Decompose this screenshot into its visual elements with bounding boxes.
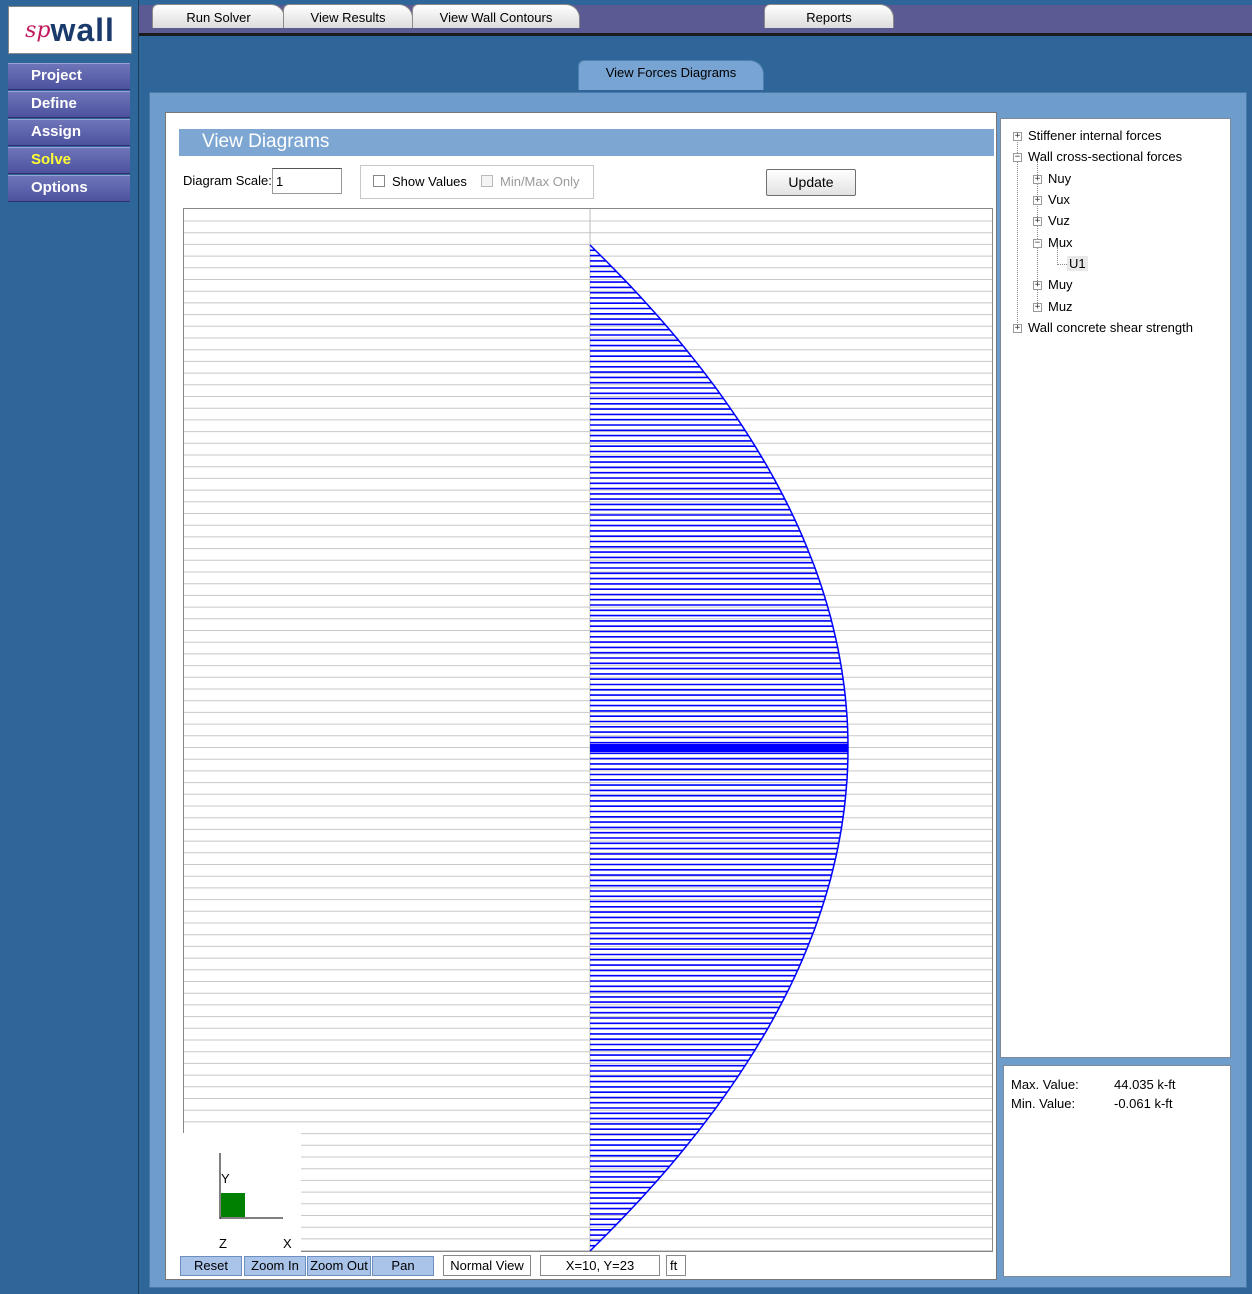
- tree-item-shear-strength[interactable]: + Wall concrete shear strength: [1013, 320, 1193, 335]
- tree-item-u1-label: U1: [1067, 256, 1088, 271]
- axis-z-label: Z: [219, 1236, 227, 1251]
- expand-icon[interactable]: +: [1013, 324, 1022, 333]
- tree-item-wall-forces[interactable]: − Wall cross-sectional forces: [1013, 149, 1182, 164]
- nav-project[interactable]: Project: [8, 63, 130, 90]
- diagram-canvas[interactable]: [183, 208, 993, 1252]
- view-mode-field[interactable]: Normal View: [443, 1255, 531, 1276]
- pan-button[interactable]: Pan: [372, 1256, 434, 1276]
- tree-item-vux[interactable]: + Vux: [1033, 192, 1070, 207]
- logo-sp: sp: [25, 17, 51, 43]
- display-options-group: Show Values Min/Max Only: [360, 165, 594, 199]
- collapse-icon[interactable]: −: [1033, 239, 1042, 248]
- spwall-logo: sp wall: [8, 6, 132, 54]
- axis-y-label: Y: [221, 1171, 230, 1186]
- tab-run-solver[interactable]: Run Solver: [152, 4, 285, 28]
- tree-item-muy[interactable]: + Muy: [1033, 277, 1073, 292]
- axis-triad-icon: [219, 1153, 283, 1219]
- nav-options[interactable]: Options: [8, 175, 130, 202]
- tab-view-results[interactable]: View Results: [283, 4, 413, 28]
- min-value: -0.061 k-ft: [1114, 1096, 1173, 1111]
- units-field: ft: [666, 1255, 686, 1276]
- diagram-scale-input[interactable]: [272, 168, 342, 194]
- tree-item-nuy[interactable]: + Nuy: [1033, 171, 1071, 186]
- view-diagrams-header: View Diagrams: [179, 129, 994, 156]
- peak-band: [590, 744, 848, 752]
- nav-solve[interactable]: Solve: [8, 147, 130, 174]
- expand-icon[interactable]: +: [1033, 196, 1042, 205]
- tree-item-u1[interactable]: U1: [1067, 256, 1088, 271]
- zoom-in-button[interactable]: Zoom In: [244, 1256, 306, 1276]
- minmax-only-label: Min/Max Only: [500, 174, 580, 189]
- axis-x-label: X: [283, 1236, 292, 1251]
- nav-define[interactable]: Define: [8, 91, 130, 118]
- update-button[interactable]: Update: [766, 169, 856, 196]
- expand-icon[interactable]: +: [1033, 217, 1042, 226]
- values-box: Max. Value: 44.035 k-ft Min. Value: -0.0…: [1003, 1065, 1231, 1277]
- min-value-label: Min. Value:: [1011, 1096, 1076, 1111]
- show-values-label: Show Values: [392, 174, 467, 189]
- expand-icon[interactable]: +: [1033, 281, 1042, 290]
- expand-icon[interactable]: +: [1033, 175, 1042, 184]
- max-value-label: Max. Value:: [1011, 1077, 1079, 1092]
- tree-item-vuz[interactable]: + Vuz: [1033, 213, 1070, 228]
- expand-icon[interactable]: +: [1013, 132, 1022, 141]
- logo-wall: wall: [50, 11, 115, 48]
- minmax-only-checkbox: [481, 175, 493, 187]
- coordinate-readout: X=10, Y=23: [540, 1255, 660, 1276]
- max-value: 44.035 k-ft: [1114, 1077, 1176, 1092]
- collapse-icon[interactable]: −: [1013, 153, 1022, 162]
- left-sidebar: sp wall Project Define Assign Solve Optio…: [0, 0, 139, 1294]
- tree-item-stiffener[interactable]: + Stiffener internal forces: [1013, 128, 1161, 143]
- show-values-checkbox[interactable]: [373, 175, 385, 187]
- moment-diagram: [184, 209, 992, 1251]
- tab-view-forces-diagrams[interactable]: View Forces Diagrams: [578, 60, 764, 90]
- zoom-out-button[interactable]: Zoom Out: [307, 1256, 371, 1276]
- tab-reports[interactable]: Reports: [764, 4, 894, 28]
- reset-button[interactable]: Reset: [180, 1256, 242, 1276]
- diagram-scale-label: Diagram Scale:: [183, 173, 272, 188]
- tree-item-muz[interactable]: + Muz: [1033, 299, 1073, 314]
- main-nav: Project Define Assign Solve Options: [8, 63, 130, 203]
- tab-view-wall-contours[interactable]: View Wall Contours: [412, 4, 580, 28]
- axis-indicator: Y Z X: [183, 1133, 301, 1252]
- tree-item-mux[interactable]: − Mux: [1033, 235, 1073, 250]
- forces-tree: + Stiffener internal forces − Wall cross…: [1000, 118, 1231, 1058]
- nav-assign[interactable]: Assign: [8, 119, 130, 146]
- expand-icon[interactable]: +: [1033, 303, 1042, 312]
